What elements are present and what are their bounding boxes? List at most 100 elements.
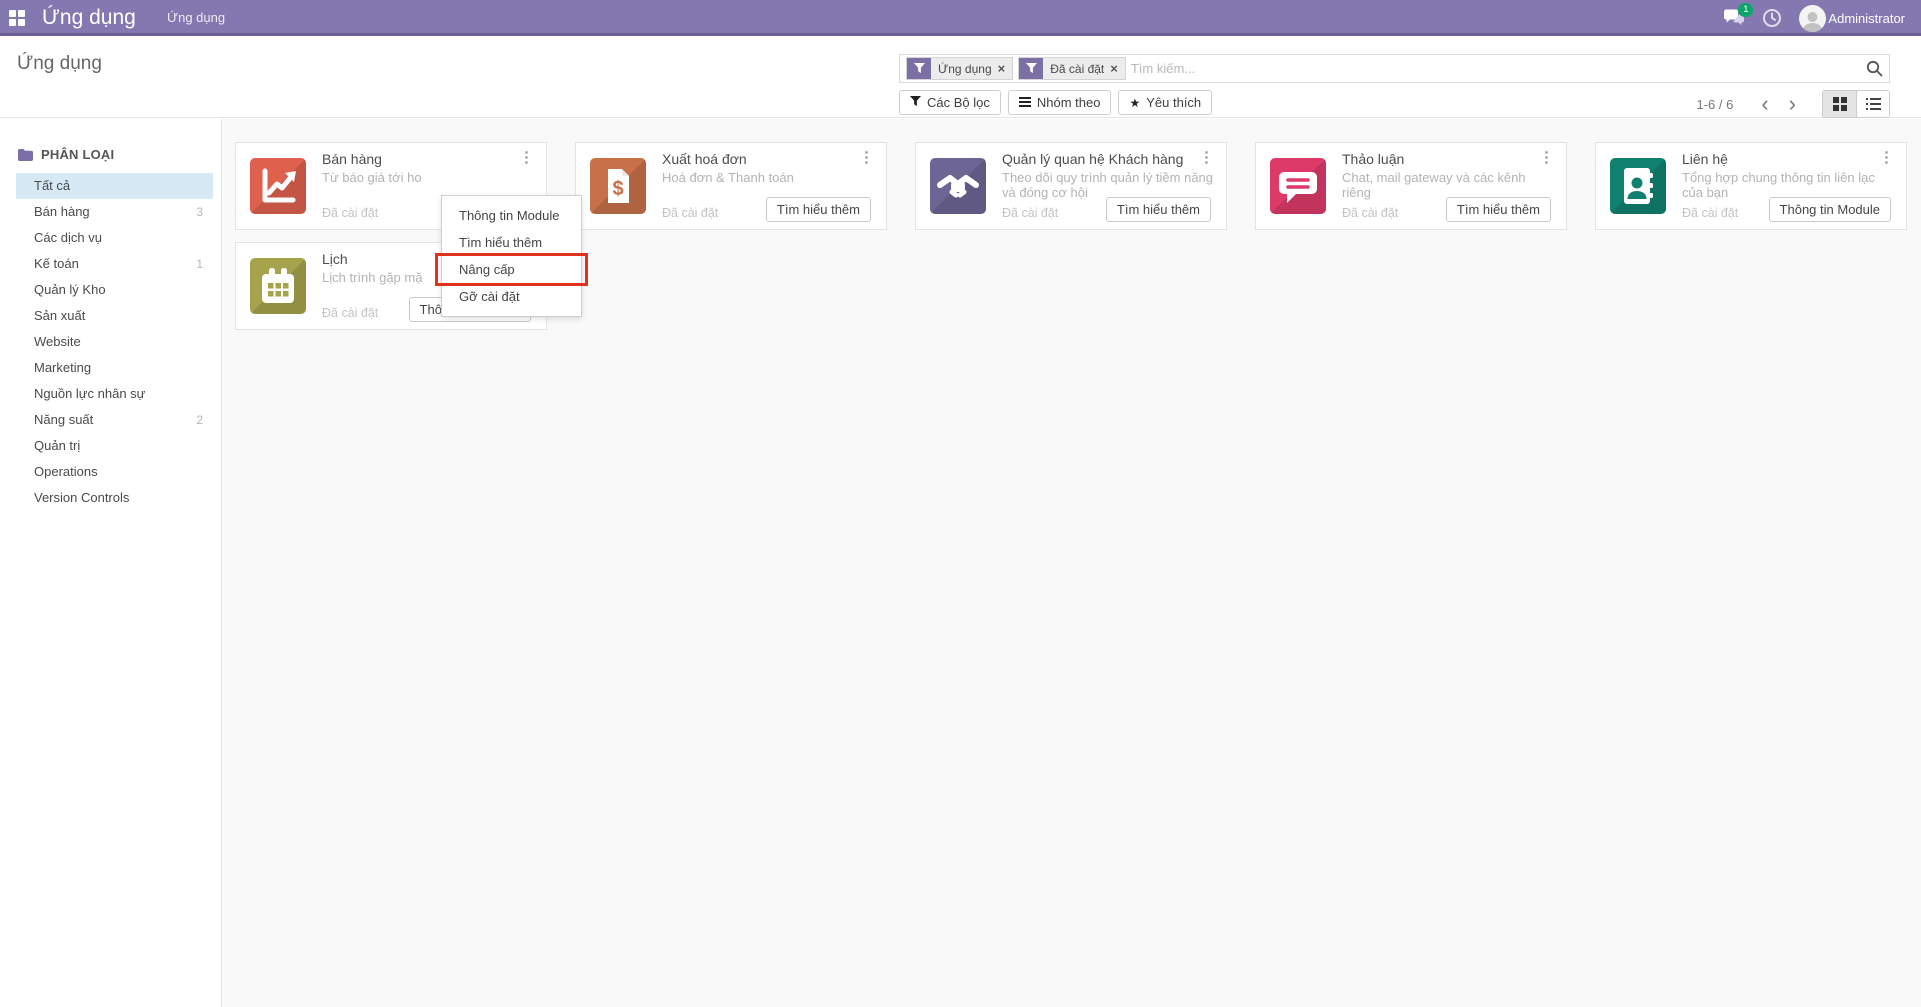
- control-panel: Ứng dụng Ứng dụng × Đã cài đặt ×: [0, 39, 1921, 118]
- app-name: Xuất hoá đơn: [662, 151, 747, 167]
- sidebar-item-services[interactable]: Các dịch vụ: [16, 225, 213, 251]
- topbar: Ứng dụng Ứng dụng 1: [0, 0, 1921, 36]
- app-status: Đã cài đặt: [1342, 206, 1398, 220]
- sidebar-item-hr[interactable]: Nguồn lực nhân sự: [16, 381, 213, 407]
- menu-item-upgrade[interactable]: Nâng cấp: [442, 256, 581, 283]
- kebab-menu-icon[interactable]: ⋮: [1193, 146, 1220, 168]
- sidebar-item-inventory[interactable]: Quản lý Kho: [16, 277, 213, 303]
- app-name: Bán hàng: [322, 151, 382, 167]
- sidebar-item-operations[interactable]: Operations: [16, 459, 213, 485]
- page-title: Ứng dụng: [17, 53, 102, 75]
- kanban-area: Bán hàng Từ báo giá tới ho Đã cài đặt ⋮ …: [223, 119, 1921, 1007]
- sidebar-item-marketing[interactable]: Marketing: [16, 355, 213, 381]
- funnel-icon: [910, 96, 921, 110]
- sales-chart-icon: [250, 158, 306, 214]
- kanban-view-button[interactable]: [1823, 91, 1856, 117]
- facet-label: Đã cài đặt: [1050, 62, 1104, 76]
- learn-more-button[interactable]: Tìm hiểu thêm: [1106, 197, 1211, 222]
- facet-close-icon[interactable]: ×: [998, 62, 1006, 75]
- sidebar-item-manufacturing[interactable]: Sản xuất: [16, 303, 213, 329]
- category-sidebar: PHÂN LOẠI Tất cả Bán hàng3 Các dịch vụ K…: [0, 119, 222, 1007]
- messages-icon[interactable]: 1: [1723, 7, 1745, 29]
- kebab-menu-icon[interactable]: ⋮: [513, 146, 540, 168]
- app-card-contacts: Liên hệ Tổng hợp chung thông tin liên lạ…: [1595, 142, 1907, 230]
- menu-item-uninstall[interactable]: Gỡ cài đặt: [442, 283, 581, 310]
- search-facet-apps: Ứng dụng ×: [906, 57, 1013, 80]
- user-menu[interactable]: Administrator: [1799, 5, 1905, 32]
- sidebar-item-website[interactable]: Website: [16, 329, 213, 355]
- menu-item-module-info[interactable]: Thông tin Module: [442, 202, 581, 229]
- filter-funnel-icon: [1019, 58, 1043, 79]
- app-card-crm: Quản lý quan hệ Khách hàng Theo dõi quy …: [915, 142, 1227, 230]
- bars-icon: [1019, 96, 1031, 110]
- pager-range: 1-6 / 6: [1696, 97, 1733, 112]
- pager-prev-icon[interactable]: ‹: [1751, 93, 1778, 115]
- search-option-buttons: Các Bộ lọc Nhóm theo ★ Yêu thích: [899, 90, 1212, 115]
- app-description: Theo dõi quy trình quản lý tiềm năng và …: [1002, 170, 1218, 200]
- app-description: Hoá đơn & Thanh toán: [662, 170, 878, 185]
- list-view-button[interactable]: [1856, 91, 1889, 117]
- favorites-button[interactable]: ★ Yêu thích: [1118, 90, 1212, 115]
- filters-button[interactable]: Các Bộ lọc: [899, 90, 1001, 115]
- address-book-icon: [1610, 158, 1666, 214]
- search-bar: Ứng dụng × Đã cài đặt ×: [899, 54, 1890, 83]
- app-name: Liên hệ: [1682, 151, 1728, 167]
- facet-close-icon[interactable]: ×: [1110, 62, 1118, 75]
- kebab-menu-icon[interactable]: ⋮: [1873, 146, 1900, 168]
- search-facet-installed: Đã cài đặt ×: [1018, 57, 1126, 80]
- app-card-discuss: Thảo luận Chat, mail gateway và các kênh…: [1255, 142, 1567, 230]
- svg-text:$: $: [612, 178, 623, 200]
- learn-more-button[interactable]: Tìm hiểu thêm: [1446, 197, 1551, 222]
- sidebar-item-sales[interactable]: Bán hàng3: [16, 199, 213, 225]
- kebab-menu-icon[interactable]: ⋮: [1533, 146, 1560, 168]
- group-by-button[interactable]: Nhóm theo: [1008, 90, 1112, 115]
- app-name: Quản lý quan hệ Khách hàng: [1002, 151, 1183, 167]
- sidebar-item-accounting[interactable]: Kế toán1: [16, 251, 213, 277]
- search-input[interactable]: [1131, 61, 1860, 76]
- app-status: Đã cài đặt: [1002, 206, 1058, 220]
- kebab-menu-icon[interactable]: ⋮: [853, 146, 880, 168]
- app-description: Chat, mail gateway và các kênh riêng: [1342, 170, 1558, 200]
- card-dropdown-menu: Thông tin Module Tìm hiểu thêm Nâng cấp …: [441, 195, 582, 317]
- sidebar-header: PHÂN LOẠI: [18, 147, 114, 162]
- search-icon[interactable]: [1866, 60, 1883, 77]
- avatar: [1799, 5, 1826, 32]
- app-name: Lịch: [322, 251, 348, 267]
- messages-badge: 1: [1738, 3, 1753, 17]
- app-status: Đã cài đặt: [322, 206, 378, 220]
- module-info-button[interactable]: Thông tin Module: [1769, 197, 1891, 222]
- topbar-right: 1 Administrator: [1723, 0, 1905, 36]
- sidebar-item-all[interactable]: Tất cả: [16, 173, 213, 199]
- chat-bubble-icon: [1270, 158, 1326, 214]
- facet-label: Ứng dụng: [938, 62, 992, 76]
- app-card-invoicing: $ Xuất hoá đơn Hoá đơn & Thanh toán Đã c…: [575, 142, 887, 230]
- menu-item-learn-more[interactable]: Tìm hiểu thêm: [442, 229, 581, 256]
- filter-funnel-icon: [907, 58, 931, 79]
- user-name: Administrator: [1828, 11, 1905, 26]
- app-status: Đã cài đặt: [322, 306, 378, 320]
- app-name: Thảo luận: [1342, 151, 1404, 167]
- sidebar-item-productivity[interactable]: Năng suất2: [16, 407, 213, 433]
- sidebar-item-version-controls[interactable]: Version Controls: [16, 485, 213, 511]
- category-list: Tất cả Bán hàng3 Các dịch vụ Kế toán1 Qu…: [0, 173, 221, 511]
- activity-clock-icon[interactable]: [1761, 7, 1783, 29]
- content: PHÂN LOẠI Tất cả Bán hàng3 Các dịch vụ K…: [0, 119, 1921, 1007]
- odoo-apps-page: Ứng dụng Ứng dụng 1: [0, 0, 1921, 1007]
- handshake-icon: [930, 158, 986, 214]
- star-icon: ★: [1129, 96, 1140, 110]
- pager-next-icon[interactable]: ›: [1779, 93, 1806, 115]
- app-card-sales: Bán hàng Từ báo giá tới ho Đã cài đặt ⋮ …: [235, 142, 547, 230]
- view-switcher: [1822, 90, 1890, 118]
- folder-icon: [18, 149, 33, 161]
- topbar-menu-apps[interactable]: Ứng dụng: [167, 0, 225, 36]
- learn-more-button[interactable]: Tìm hiểu thêm: [766, 197, 871, 222]
- brand-title[interactable]: Ứng dụng: [42, 0, 136, 36]
- app-description: Từ báo giá tới ho: [322, 170, 538, 185]
- calendar-icon: [250, 258, 306, 314]
- sidebar-item-administration[interactable]: Quản trị: [16, 433, 213, 459]
- pager: 1-6 / 6 ‹ ›: [1696, 90, 1890, 118]
- app-status: Đã cài đặt: [662, 206, 718, 220]
- app-status: Đã cài đặt: [1682, 206, 1738, 220]
- apps-grid-icon[interactable]: [9, 10, 26, 27]
- invoice-document-icon: $: [590, 158, 646, 214]
